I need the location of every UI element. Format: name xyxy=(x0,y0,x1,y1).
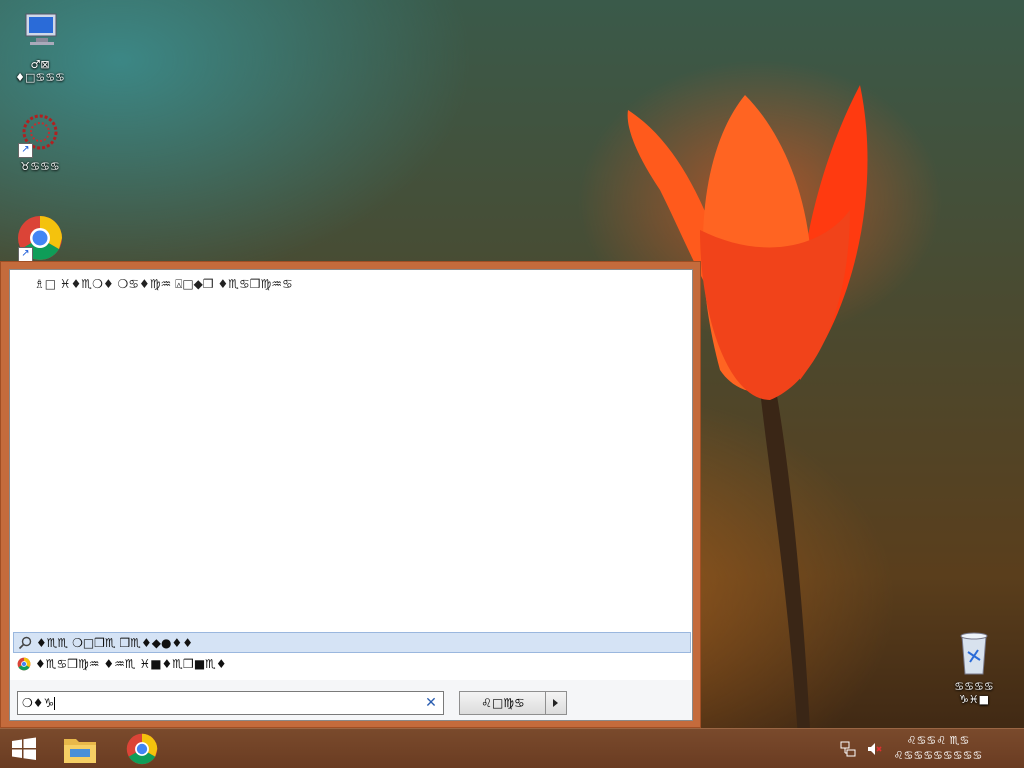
clear-search-icon[interactable]: ✕ xyxy=(423,695,439,711)
chrome-icon xyxy=(17,657,31,671)
desktop-icon-computer[interactable]: ♂⊠ ♦□♋♋♋ xyxy=(2,8,78,84)
taskbar-file-explorer[interactable] xyxy=(60,731,100,767)
chrome-icon xyxy=(126,733,158,765)
taskbar: ♌♋♋♌ ♏♋ ♌♋♋♋♋♋♋♋♋ xyxy=(0,728,1024,768)
recycle-bin-icon xyxy=(950,630,998,678)
suggestion-see-more-results[interactable]: ♦♏♏ ❍□❒♏ ❒♏♦◆●♦♦ xyxy=(13,632,691,653)
desktop-icon-app-shortcut[interactable]: ↗ ♉♋♋♋ xyxy=(2,110,78,173)
search-icon xyxy=(18,636,32,650)
folder-icon xyxy=(64,739,96,763)
suggestion-label: ♦♏♏ ❍□❒♏ ❒♏♦◆●♦♦ xyxy=(36,636,194,650)
results-header: ♗□ ♓♦♏❍♦ ❍♋♦♍♒ ⍓□◆❒ ♦♏♋❒♍♒♋ xyxy=(34,277,293,291)
desktop-icon-chrome[interactable]: ↗ xyxy=(2,214,78,264)
taskbar-chrome[interactable] xyxy=(122,731,162,767)
computer-icon xyxy=(16,8,64,56)
search-input-value: ❍♦♑ xyxy=(22,696,55,710)
desktop-icon-label: ♑♓■ xyxy=(958,693,990,706)
windows-logo-icon xyxy=(12,737,36,760)
start-button[interactable] xyxy=(4,731,44,767)
clock-time: ♌♋♋♌ ♏♋ xyxy=(906,734,970,747)
desktop-icon-label: ♋♋♋♋ xyxy=(954,680,994,693)
text-caret xyxy=(54,697,56,710)
shortcut-arrow-icon: ↗ xyxy=(18,143,33,158)
shortcut-arrow-icon: ↗ xyxy=(18,247,33,262)
chrome-icon: ↗ xyxy=(16,214,64,262)
search-dialog: ♗□ ♓♦♏❍♦ ❍♋♦♍♒ ⍓□◆❒ ♦♏♋❒♍♒♋ ♦♏♏ ❍□❒♏ ❒♏♦… xyxy=(0,261,701,728)
suggestion-search-web[interactable]: ♦♏♋❒♍♒ ♦♒♏ ♓■♦♏❒■♏♦ xyxy=(13,654,691,675)
app-icon: ↗ xyxy=(16,110,64,158)
desktop-icon-label: ♉♋♋♋ xyxy=(20,160,60,173)
search-split-button[interactable]: ♌□♍♋ xyxy=(459,691,567,715)
desktop-icon-label: ♦□♋♋♋ xyxy=(15,71,65,84)
desktop-icon-label: ♂⊠ xyxy=(30,58,50,71)
network-icon[interactable] xyxy=(840,741,856,757)
clock-date: ♌♋♋♋♋♋♋♋♋ xyxy=(893,749,983,762)
suggestion-label: ♦♏♋❒♍♒ ♦♒♏ ♓■♦♏❒■♏♦ xyxy=(35,657,227,671)
search-button[interactable]: ♌□♍♋ xyxy=(460,692,546,714)
system-tray: ♌♋♋♌ ♏♋ ♌♋♋♋♋♋♋♋♋ xyxy=(804,729,1024,768)
desktop-icon-recycle-bin[interactable]: ♋♋♋♋ ♑♓■ xyxy=(936,630,1012,706)
taskbar-clock[interactable]: ♌♋♋♌ ♏♋ ♌♋♋♋♋♋♋♋♋ xyxy=(868,733,1008,763)
chevron-right-icon[interactable] xyxy=(545,692,566,714)
search-input[interactable]: ❍♦♑ ✕ xyxy=(17,691,444,715)
search-dialog-body: ♗□ ♓♦♏❍♦ ❍♋♦♍♒ ⍓□◆❒ ♦♏♋❒♍♒♋ ♦♏♏ ❍□❒♏ ❒♏♦… xyxy=(9,269,693,721)
results-pane: ♗□ ♓♦♏❍♦ ❍♋♦♍♒ ⍓□◆❒ ♦♏♋❒♍♒♋ ♦♏♏ ❍□❒♏ ❒♏♦… xyxy=(10,270,692,680)
